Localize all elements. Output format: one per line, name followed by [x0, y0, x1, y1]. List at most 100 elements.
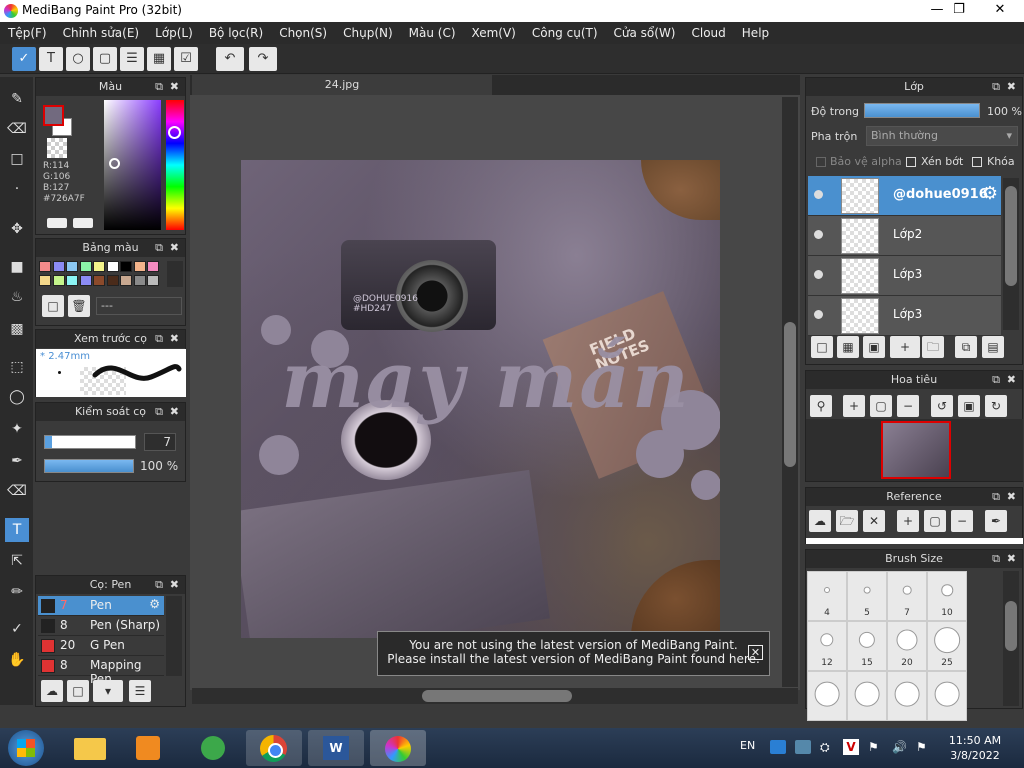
hue-cursor[interactable] [168, 126, 181, 139]
undock-icon[interactable]: ⧉ [155, 239, 163, 257]
document-tab[interactable]: 24.jpg [192, 75, 492, 95]
menu-select[interactable]: Chọn(S) [271, 22, 335, 44]
hand-tool-icon[interactable]: ✋ [5, 648, 29, 672]
brush-size-cell[interactable]: 20 [887, 621, 927, 671]
menu-window[interactable]: Cửa sổ(W) [606, 22, 684, 44]
brush-list-item[interactable]: 8 Pen (Sharp) [38, 616, 164, 636]
add-layer-menu-icon[interactable]: + [890, 336, 920, 358]
new-brush-icon[interactable]: □ [67, 680, 89, 702]
word-icon[interactable]: W [308, 730, 364, 766]
palette-swatch[interactable] [52, 261, 65, 272]
gradient-tool-icon[interactable]: ▩ [5, 317, 29, 341]
palette-swatch[interactable] [79, 261, 92, 272]
close-icon[interactable]: ✖ [1007, 78, 1016, 96]
zalo-tray-icon[interactable] [770, 740, 786, 754]
brush-size-slider[interactable] [44, 435, 136, 449]
medibang-taskbar-icon[interactable] [370, 730, 426, 766]
vscroll-thumb[interactable] [784, 322, 796, 467]
color-picker-cursor[interactable] [109, 158, 120, 169]
palette-swatch[interactable] [52, 275, 65, 286]
close-icon[interactable]: ✖ [170, 239, 179, 257]
layer-list-scrollbar[interactable] [1003, 178, 1019, 330]
brush-size-cell[interactable]: 10 [927, 571, 967, 621]
new-palette-icon[interactable]: □ [42, 295, 64, 317]
chrome-icon[interactable] [246, 730, 302, 766]
color-mode-button[interactable] [47, 218, 67, 228]
visibility-icon[interactable] [814, 190, 823, 199]
brush-settings-icon[interactable]: ☰ [129, 680, 151, 702]
palette-swatch[interactable] [79, 275, 92, 286]
zoom-out-icon[interactable]: − [951, 510, 973, 532]
close-icon[interactable]: ✖ [170, 330, 179, 348]
brush-size-cell[interactable]: 15 [847, 621, 887, 671]
language-indicator[interactable]: EN [740, 739, 755, 752]
antivirus-icon[interactable]: V [843, 739, 859, 755]
palette-swatch[interactable] [93, 261, 105, 272]
palette-swatch[interactable] [93, 275, 105, 286]
menu-file[interactable]: Tệp(F) [0, 22, 55, 44]
brush-size-cell[interactable] [847, 671, 887, 721]
palette-swatch[interactable] [106, 261, 119, 272]
duplicate-layer-icon[interactable]: ⧉ [955, 336, 977, 358]
visibility-icon[interactable] [814, 310, 823, 319]
brush-tool-icon[interactable]: ✎ [5, 87, 29, 111]
menu-color[interactable]: Màu (C) [401, 22, 464, 44]
open-folder-icon[interactable]: 🗁 [836, 510, 858, 532]
tray-icon[interactable] [795, 740, 811, 754]
brush-size-cell[interactable] [887, 671, 927, 721]
file-explorer-icon[interactable] [62, 730, 118, 766]
coccoc-browser-icon[interactable] [185, 730, 241, 766]
palette-name[interactable]: --- [96, 297, 182, 315]
transparent-swatch[interactable] [47, 138, 67, 158]
blend-mode-select[interactable]: Bình thường ▾ [866, 126, 1018, 146]
cloud-sync-icon[interactable]: ✓ [12, 47, 36, 71]
reset-view-icon[interactable]: ▣ [958, 395, 980, 417]
zoom-fit-icon[interactable]: ⚲ [810, 395, 832, 417]
visibility-icon[interactable] [814, 230, 823, 239]
palette-swatch[interactable] [39, 275, 51, 286]
menu-tools[interactable]: Công cụ(T) [524, 22, 606, 44]
bucket-tool-icon[interactable]: ♨ [5, 285, 29, 309]
document-icon[interactable]: ☰ [120, 47, 144, 71]
undock-icon[interactable]: ⧉ [155, 576, 163, 594]
menu-layer[interactable]: Lớp(L) [147, 22, 201, 44]
brush-size-cell[interactable] [807, 671, 847, 721]
undock-icon[interactable]: ⧉ [992, 78, 1000, 96]
navigator-thumbnail[interactable] [881, 421, 951, 479]
magic-wand-tool-icon[interactable]: ✦ [5, 417, 29, 441]
palette-swatch[interactable] [66, 261, 78, 272]
new-layer-icon[interactable]: □ [811, 336, 833, 358]
text-tool-icon[interactable]: T [5, 518, 29, 542]
brush-size-value[interactable]: 7 [144, 433, 176, 451]
clock[interactable]: 11:50 AM 3/8/2022 [940, 733, 1010, 763]
menu-help[interactable]: Help [734, 22, 777, 44]
palette-scrollbar[interactable] [167, 261, 183, 287]
navigator-view[interactable] [806, 419, 1023, 481]
color-mode-button-2[interactable] [73, 218, 93, 228]
layer-row[interactable]: Lớp3 [808, 256, 1001, 296]
brush-size-cell[interactable]: 25 [927, 621, 967, 671]
palette-swatch[interactable] [147, 275, 159, 286]
close-reference-icon[interactable]: ✕ [863, 510, 885, 532]
layer-row[interactable]: Lớp2 [808, 216, 1001, 256]
undock-icon[interactable]: ⧉ [155, 330, 163, 348]
brush-list-item[interactable]: 8 Mapping Pen [38, 656, 164, 686]
update-notice[interactable]: You are not using the latest version of … [377, 631, 770, 676]
speech-bubble-icon[interactable]: ○ [66, 47, 90, 71]
layer-opacity-slider[interactable] [864, 103, 980, 118]
clipping-checkbox[interactable] [906, 157, 916, 167]
comment-icon[interactable]: ▢ [93, 47, 117, 71]
palette-swatch[interactable] [39, 261, 51, 272]
operation-tool-icon[interactable]: ⇱ [5, 549, 29, 573]
palette-swatch[interactable] [147, 261, 159, 272]
protect-alpha-checkbox[interactable] [816, 157, 826, 167]
artwork-canvas[interactable]: @DOHUE0916 #HD247 FIELD NOTES may mắn [241, 160, 720, 638]
zoom-in-icon[interactable]: + [897, 510, 919, 532]
fit-window-icon[interactable]: ▢ [924, 510, 946, 532]
volume-icon[interactable]: 🔊 [892, 740, 908, 754]
brush-size-cell[interactable]: 5 [847, 571, 887, 621]
foreground-color-swatch[interactable] [43, 105, 64, 126]
start-button[interactable] [8, 730, 44, 766]
folder-icon[interactable]: 🗀 [922, 336, 944, 358]
shape-tool-icon[interactable]: □ [5, 147, 29, 171]
